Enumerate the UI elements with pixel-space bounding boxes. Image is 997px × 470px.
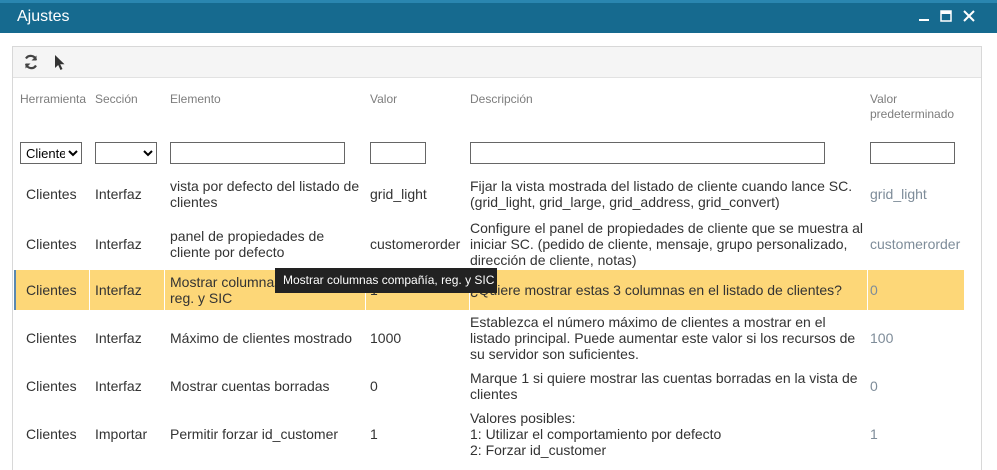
cell-seccion: Importar <box>95 426 148 442</box>
cell-elemento: Permitir forzar id_customer <box>170 426 339 442</box>
cell-descripcion-line: Valores posibles: <box>470 410 576 426</box>
cell-valor: 1000 <box>370 330 402 346</box>
cursor-select-icon[interactable] <box>51 53 69 71</box>
cell-descripcion: Valores posibles: 1: Utilizar el comport… <box>470 407 868 461</box>
filter-descripcion-input[interactable] <box>470 142 825 164</box>
close-icon[interactable] <box>961 8 977 24</box>
column-header-predeterminado-line1: Valor <box>870 92 898 106</box>
cell-descripcion: Fijar la vista mostrada del listado de c… <box>470 178 853 210</box>
cell-descripcion-line: 1: Utilizar el comportamiento por defect… <box>470 426 722 442</box>
cell-predeterminado: 1 <box>870 426 878 442</box>
cell-herramienta: Clientes <box>26 378 77 394</box>
refresh-icon[interactable] <box>22 53 40 71</box>
cell-herramienta: Clientes <box>26 426 77 442</box>
column-header-herramienta[interactable]: Herramienta <box>20 92 86 107</box>
cell-predeterminado: 0 <box>870 378 878 394</box>
column-header-predeterminado[interactable]: Valor predeterminado <box>870 92 954 122</box>
filter-predeterminado-input[interactable] <box>870 142 955 164</box>
cell-descripcion: Configure el panel de propiedades de cli… <box>470 220 864 268</box>
table-row[interactable]: Clientes Interfaz Mostrar cuentas borrad… <box>14 367 964 405</box>
cell-predeterminado: grid_light <box>870 186 927 202</box>
cell-elemento: panel de propiedades de cliente por defe… <box>170 228 325 260</box>
cell-herramienta: Clientes <box>26 186 77 202</box>
cell-predeterminado: 0 <box>870 282 878 298</box>
settings-panel: Herramienta Sección Elemento Valor Descr… <box>12 46 982 470</box>
grid-toolbar <box>13 47 981 78</box>
cell-herramienta: Clientes <box>26 236 77 252</box>
cell-elemento: vista por defecto del listado de cliente… <box>170 178 360 210</box>
cell-descripcion: Marque 1 si quiere mostrar las cuentas b… <box>470 370 858 402</box>
cell-valor: customerorder <box>370 236 461 252</box>
filter-elemento-input[interactable] <box>170 142 345 164</box>
cell-descripcion-line: 2: Forzar id_customer <box>470 442 607 458</box>
column-header-descripcion[interactable]: Descripción <box>470 92 533 107</box>
cell-descripcion: ¿Quiere mostrar estas 3 columnas en el l… <box>470 270 868 310</box>
filter-herramienta-select[interactable]: Clientes <box>20 142 82 164</box>
cell-valor: grid_light <box>370 186 427 202</box>
cell-seccion: Interfaz <box>95 330 142 346</box>
window-title: Ajustes <box>17 8 70 25</box>
cell-predeterminado: customerorder <box>870 236 961 252</box>
column-header-seccion[interactable]: Sección <box>95 92 138 107</box>
table-row[interactable]: Clientes Interfaz Máximo de clientes mos… <box>14 312 964 364</box>
maximize-icon[interactable] <box>938 8 954 24</box>
table-row[interactable]: Clientes Interfaz panel de propiedades d… <box>14 219 964 269</box>
cell-predeterminado: 100 <box>870 330 894 346</box>
column-header-predeterminado-line2: predeterminado <box>870 107 955 121</box>
cell-elemento: Máximo de clientes mostrado <box>170 330 353 346</box>
filter-valor-input[interactable] <box>370 142 426 164</box>
minimize-icon[interactable] <box>916 8 932 24</box>
cell-elemento: Mostrar cuentas borradas <box>170 378 330 394</box>
column-header-elemento[interactable]: Elemento <box>170 92 221 107</box>
cell-seccion: Interfaz <box>95 378 142 394</box>
cell-herramienta: Clientes <box>26 330 77 346</box>
table-row[interactable]: Clientes Importar Permitir forzar id_cus… <box>14 407 964 461</box>
column-header-valor[interactable]: Valor <box>370 92 397 107</box>
cell-valor: 1 <box>370 426 378 442</box>
cell-descripcion: Establezca el número máximo de clientes … <box>470 314 856 362</box>
cell-valor: 0 <box>370 378 378 394</box>
window-titlebar: Ajustes <box>0 0 997 33</box>
cell-seccion: Interfaz <box>95 186 142 202</box>
cell-herramienta: Clientes <box>26 270 90 310</box>
table-row[interactable]: Clientes Interfaz vista por defecto del … <box>14 174 964 214</box>
tooltip: Mostrar columnas compañía, reg. y SIC <box>275 268 497 293</box>
filter-seccion-select[interactable] <box>95 142 157 164</box>
cell-seccion: Interfaz <box>95 270 165 310</box>
titlebar-accent <box>0 0 997 3</box>
cell-seccion: Interfaz <box>95 236 142 252</box>
